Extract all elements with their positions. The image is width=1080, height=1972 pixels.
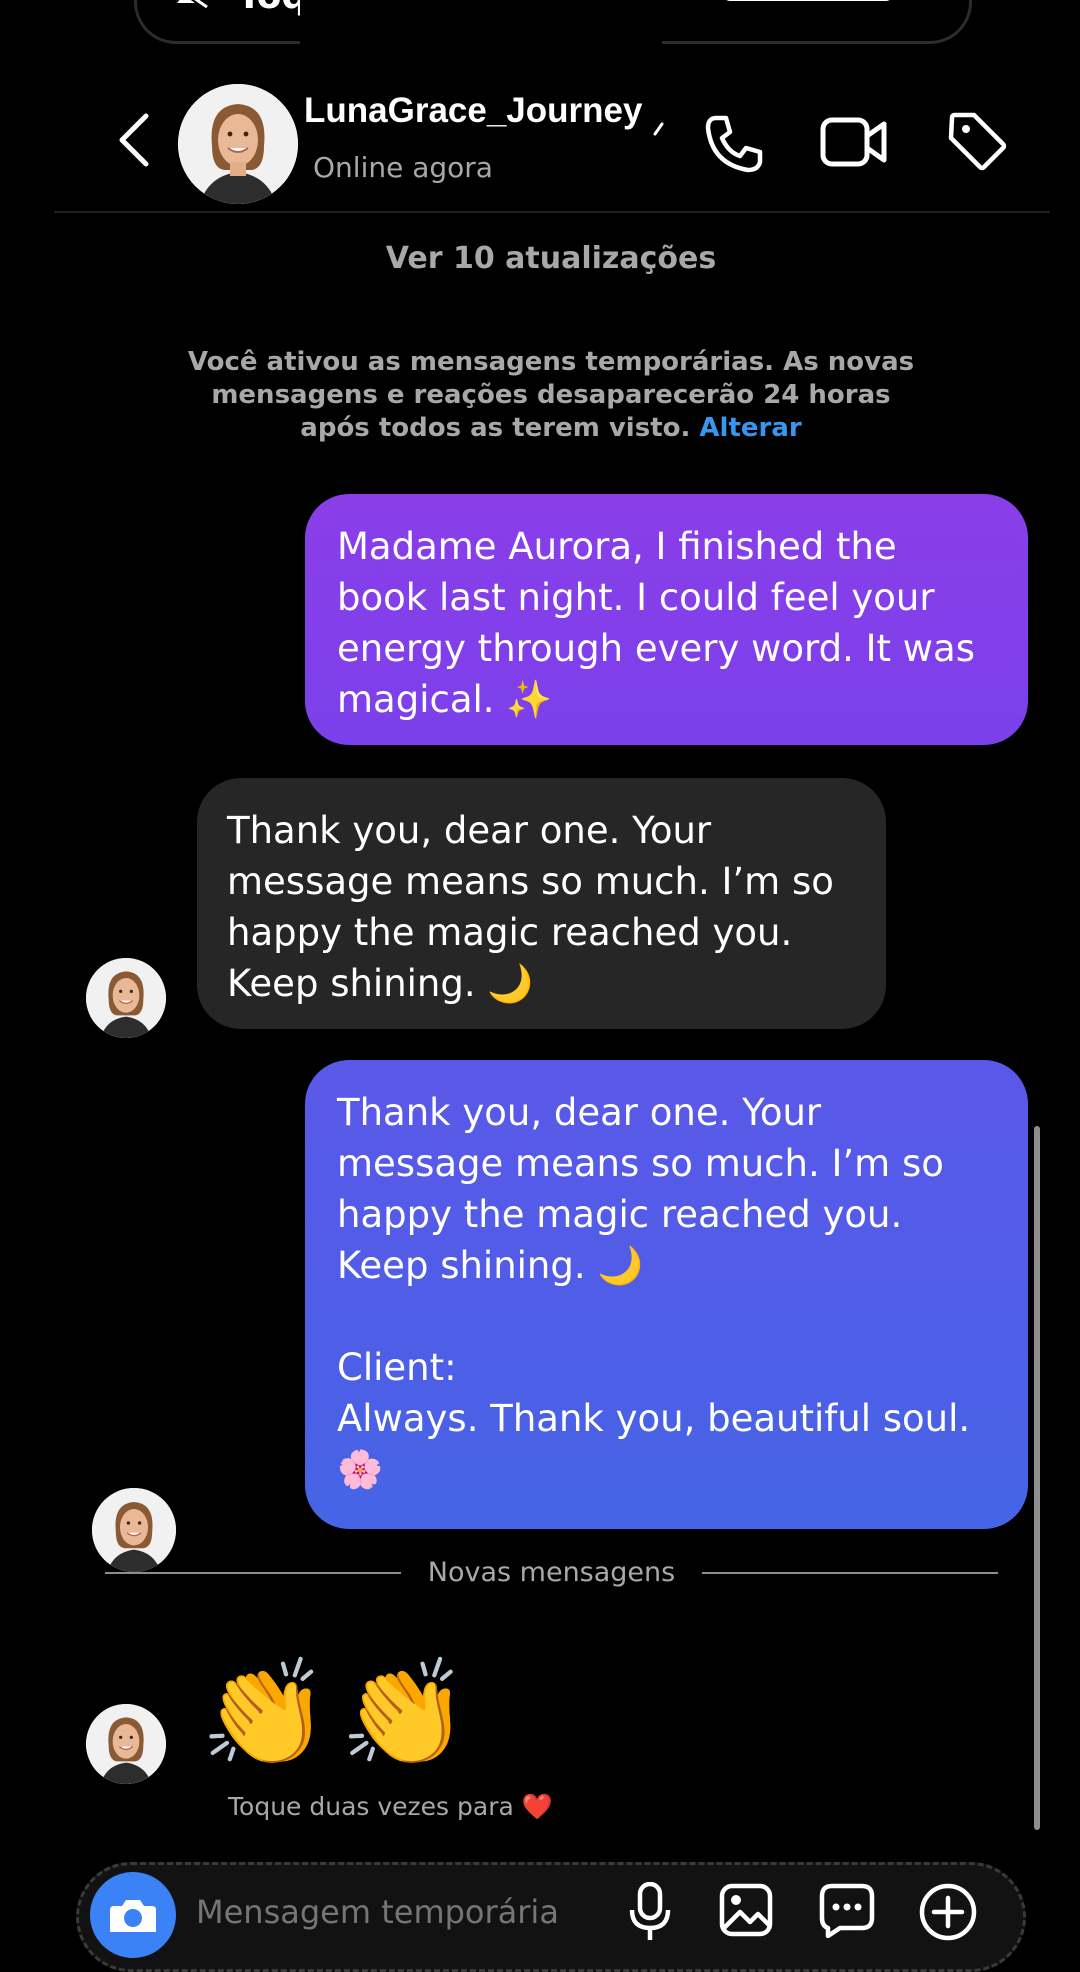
separator-line (105, 1572, 401, 1574)
contact-avatar[interactable] (178, 84, 298, 204)
avatar-portrait-icon (92, 1488, 176, 1572)
tag-icon[interactable] (946, 110, 1008, 172)
camera-button[interactable] (90, 1872, 176, 1958)
gallery-icon[interactable] (718, 1882, 774, 1938)
scrollbar[interactable] (1034, 1126, 1040, 1830)
microphone-icon[interactable] (628, 1882, 672, 1942)
sticker-icon[interactable] (818, 1882, 876, 1938)
new-messages-label: Novas mensagens (427, 1557, 676, 1588)
contact-avatar-small[interactable] (86, 1704, 166, 1784)
separator-line (702, 1572, 998, 1574)
avatar-portrait-icon (86, 1704, 166, 1784)
online-status: Online agora (313, 151, 493, 184)
message-bubble-received[interactable]: Thank you, dear one. Your message means … (197, 778, 886, 1029)
plus-icon[interactable] (918, 1882, 978, 1942)
avatar-portrait-icon (178, 84, 298, 204)
phone-icon[interactable] (702, 112, 764, 174)
message-input[interactable] (196, 1890, 616, 1934)
video-camera-icon[interactable] (820, 114, 888, 170)
avatar-portrait-icon (86, 958, 166, 1038)
message-bubble-sent[interactable]: Thank you, dear one. Your message means … (305, 1060, 1028, 1529)
contact-username[interactable]: LunaGrace_Journey (304, 90, 642, 132)
seen-by-avatar (92, 1488, 176, 1572)
disappearing-messages-notice: Você ativou as mensagens temporárias. As… (180, 346, 922, 445)
change-link[interactable]: Alterar (699, 413, 801, 443)
view-updates-link[interactable]: Ver 10 atualizações (0, 240, 1080, 278)
double-tap-hint: Toque duas vezes para ❤️ (228, 1792, 553, 1821)
back-arrow-icon[interactable] (110, 110, 156, 170)
notice-text: Você ativou as mensagens temporárias. As… (187, 347, 915, 443)
muted-bell-icon (177, 0, 209, 11)
banner-action-pill[interactable] (723, 0, 893, 1)
message-bubble-sent[interactable]: Madame Aurora, I finished the book last … (305, 494, 1028, 745)
verified-mark-icon (653, 122, 664, 136)
camera-icon (110, 1900, 156, 1932)
clapping-emoji-message[interactable]: 👏👏 (200, 1648, 479, 1778)
header-divider (54, 211, 1050, 213)
contact-avatar-small[interactable] (86, 958, 166, 1038)
